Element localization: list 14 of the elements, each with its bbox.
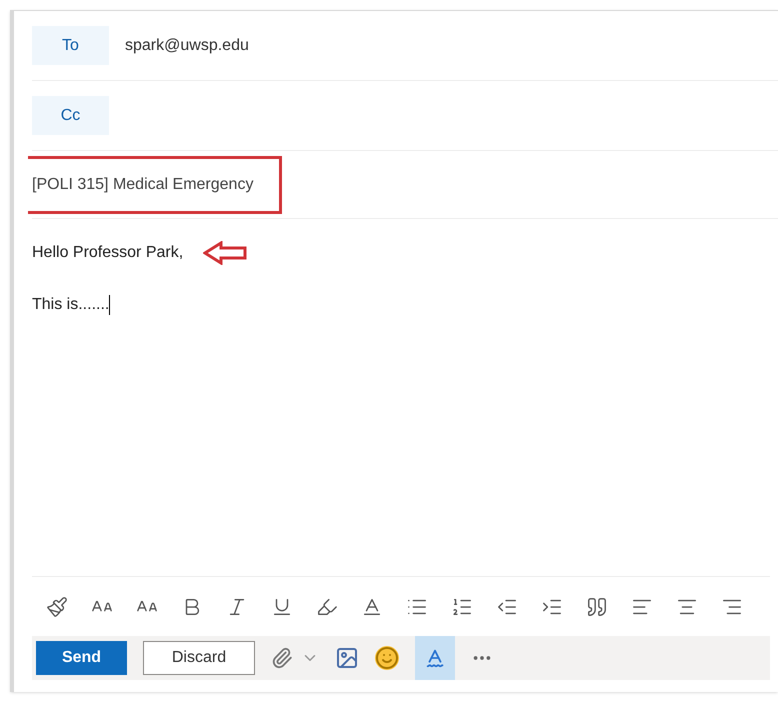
spellcheck-icon[interactable]: [415, 636, 455, 680]
paperclip-icon[interactable]: [271, 647, 293, 669]
send-button[interactable]: Send: [36, 641, 127, 675]
quote-icon[interactable]: [586, 596, 608, 618]
body-text: This is.......: [32, 295, 110, 315]
recipient-field[interactable]: spark@uwsp.edu: [125, 34, 249, 58]
image-icon[interactable]: [335, 646, 359, 670]
smiley-icon[interactable]: [375, 646, 399, 670]
paintbrush-icon[interactable]: [46, 596, 68, 618]
recipient-button[interactable]: To: [32, 26, 109, 65]
body-text: Hello Professor Park,: [32, 243, 184, 263]
recipient-button[interactable]: Cc: [32, 96, 109, 135]
discard-button[interactable]: Discard: [143, 641, 255, 675]
subject-field[interactable]: [POLI 315] Medical Emergency: [28, 156, 282, 214]
